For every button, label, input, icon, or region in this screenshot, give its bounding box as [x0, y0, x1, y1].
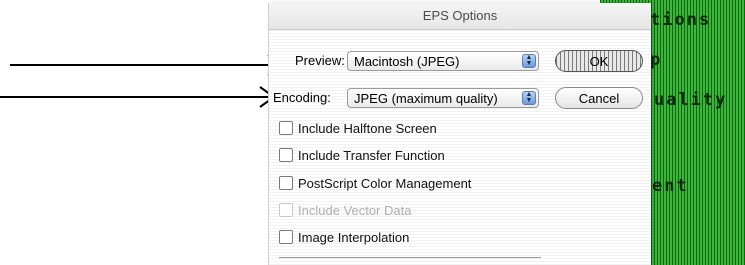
- option-include-vector-data: Include Vector Data: [279, 202, 411, 220]
- checkbox[interactable]: [279, 148, 293, 162]
- option-include-halftone-screen[interactable]: Include Halftone Screen: [279, 120, 437, 138]
- popup-arrows-icon: ▲ ▼: [522, 54, 536, 68]
- option-include-transfer-function[interactable]: Include Transfer Function: [279, 147, 445, 165]
- option-postscript-color-management[interactable]: PostScript Color Management: [279, 175, 471, 193]
- encoding-label: Encoding:: [273, 90, 331, 105]
- checkbox: [279, 203, 293, 217]
- preview-value: Macintosh (JPEG): [354, 54, 460, 69]
- background-text-fragment: ent: [652, 176, 689, 196]
- preview-label: Preview:: [295, 53, 345, 68]
- encoding-popup[interactable]: JPEG (maximum quality) ▲ ▼: [347, 88, 539, 108]
- background-text-fragment: uality: [654, 90, 728, 110]
- option-label: Include Halftone Screen: [298, 121, 437, 136]
- option-label: Image Interpolation: [298, 230, 410, 245]
- checkbox[interactable]: [279, 230, 293, 244]
- encoding-value: JPEG (maximum quality): [354, 91, 498, 106]
- eps-options-dialog: EPS Options Preview: Macintosh (JPEG) ▲ ▼…: [268, 3, 651, 265]
- option-image-interpolation[interactable]: Image Interpolation: [279, 229, 409, 247]
- checkbox[interactable]: [279, 176, 293, 190]
- checkbox[interactable]: [279, 121, 293, 135]
- option-label: Include Vector Data: [298, 203, 412, 218]
- background-text-fragment: p: [650, 50, 663, 70]
- annotation-arrow-encoding: [0, 86, 276, 108]
- ok-button[interactable]: OK: [555, 50, 643, 72]
- option-label: PostScript Color Management: [298, 176, 472, 191]
- cancel-button[interactable]: Cancel: [555, 87, 643, 109]
- preview-popup[interactable]: Macintosh (JPEG) ▲ ▼: [347, 51, 539, 71]
- annotation-arrow-preview: [10, 54, 284, 76]
- popup-arrows-icon: ▲ ▼: [522, 91, 536, 105]
- dialog-title: EPS Options: [269, 3, 651, 30]
- option-label: Include Transfer Function: [298, 148, 445, 163]
- background-text-fragment: tions: [650, 10, 712, 30]
- divider: [279, 257, 541, 258]
